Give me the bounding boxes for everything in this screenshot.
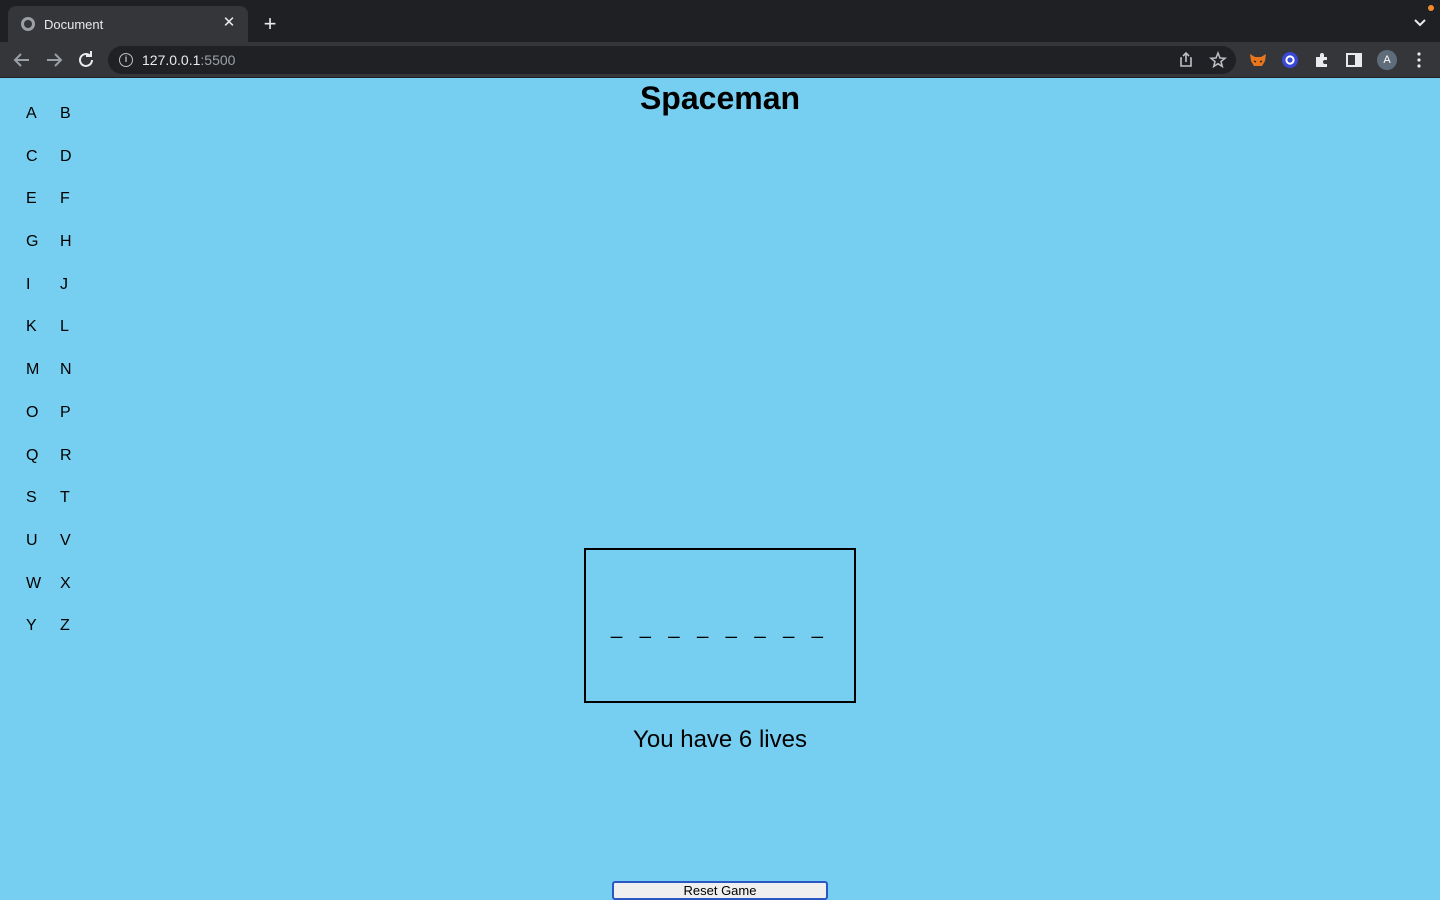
letter-button[interactable]: L	[52, 313, 86, 356]
puzzle-icon[interactable]	[1312, 50, 1332, 70]
reload-icon[interactable]	[74, 48, 98, 72]
letter-button[interactable]: I	[18, 271, 52, 314]
fox-extension-icon[interactable]	[1248, 50, 1268, 70]
letter-button[interactable]: B	[52, 100, 86, 143]
word-blanks: _ _ _ _ _ _ _ _	[611, 617, 829, 639]
letter-button[interactable]: H	[52, 228, 86, 271]
letter-button[interactable]: M	[18, 356, 52, 399]
letter-button[interactable]: K	[18, 313, 52, 356]
menu-icon[interactable]	[1414, 51, 1424, 69]
back-icon[interactable]	[10, 48, 34, 72]
reset-game-button[interactable]: Reset Game	[612, 881, 828, 900]
url-host: 127.0.0.1	[142, 52, 201, 68]
info-icon[interactable]: i	[119, 53, 133, 67]
letter-button[interactable]: V	[52, 527, 86, 570]
letter-button[interactable]: F	[52, 185, 86, 228]
circle-extension-icon[interactable]	[1280, 50, 1300, 70]
letter-button[interactable]: S	[18, 484, 52, 527]
letter-button[interactable]: N	[52, 356, 86, 399]
game-page: Spaceman A B C D E F G H I J K L M N O P…	[0, 78, 1440, 900]
letter-button[interactable]: W	[18, 570, 52, 613]
letter-button[interactable]: Z	[52, 612, 86, 655]
tab-strip: Document ✕ +	[0, 0, 1440, 42]
notification-dot	[1428, 5, 1434, 11]
letter-button[interactable]: P	[52, 399, 86, 442]
star-icon[interactable]	[1209, 50, 1227, 69]
lives-counter: You have 6 lives	[633, 726, 807, 753]
globe-icon	[21, 17, 35, 31]
forward-icon[interactable]	[42, 48, 66, 72]
url-text[interactable]: 127.0.0.1:5500	[142, 52, 235, 68]
letter-button[interactable]: U	[18, 527, 52, 570]
letter-button[interactable]: G	[18, 228, 52, 271]
share-icon[interactable]	[1177, 51, 1195, 69]
url-port: :5500	[200, 52, 236, 68]
tab-search-icon[interactable]	[1412, 14, 1428, 30]
tab-close-icon[interactable]: ✕	[220, 14, 238, 32]
sidepanel-icon[interactable]	[1344, 50, 1364, 70]
address-bar[interactable]: i 127.0.0.1:5500	[108, 46, 1236, 74]
letter-button[interactable]: T	[52, 484, 86, 527]
profile-avatar[interactable]: A	[1377, 50, 1397, 70]
page-title: Spaceman	[639, 80, 801, 116]
tab-title: Document	[44, 17, 104, 32]
letter-button[interactable]: A	[18, 100, 52, 143]
new-tab-button[interactable]: +	[258, 12, 282, 36]
letter-button[interactable]: J	[52, 271, 86, 314]
letter-button[interactable]: E	[18, 185, 52, 228]
letter-button[interactable]: Y	[18, 612, 52, 655]
browser-toolbar: i 127.0.0.1:5500	[0, 42, 1440, 78]
letter-button[interactable]: C	[18, 143, 52, 186]
letter-button[interactable]: O	[18, 399, 52, 442]
browser-tab[interactable]: Document ✕	[8, 6, 248, 42]
letter-button[interactable]: D	[52, 143, 86, 186]
letter-button[interactable]: X	[52, 570, 86, 613]
letter-button[interactable]: Q	[18, 442, 52, 485]
letter-button[interactable]: R	[52, 442, 86, 485]
word-box: _ _ _ _ _ _ _ _	[584, 548, 856, 703]
letter-buttons: A B C D E F G H I J K L M N O P Q R S T …	[18, 100, 86, 655]
